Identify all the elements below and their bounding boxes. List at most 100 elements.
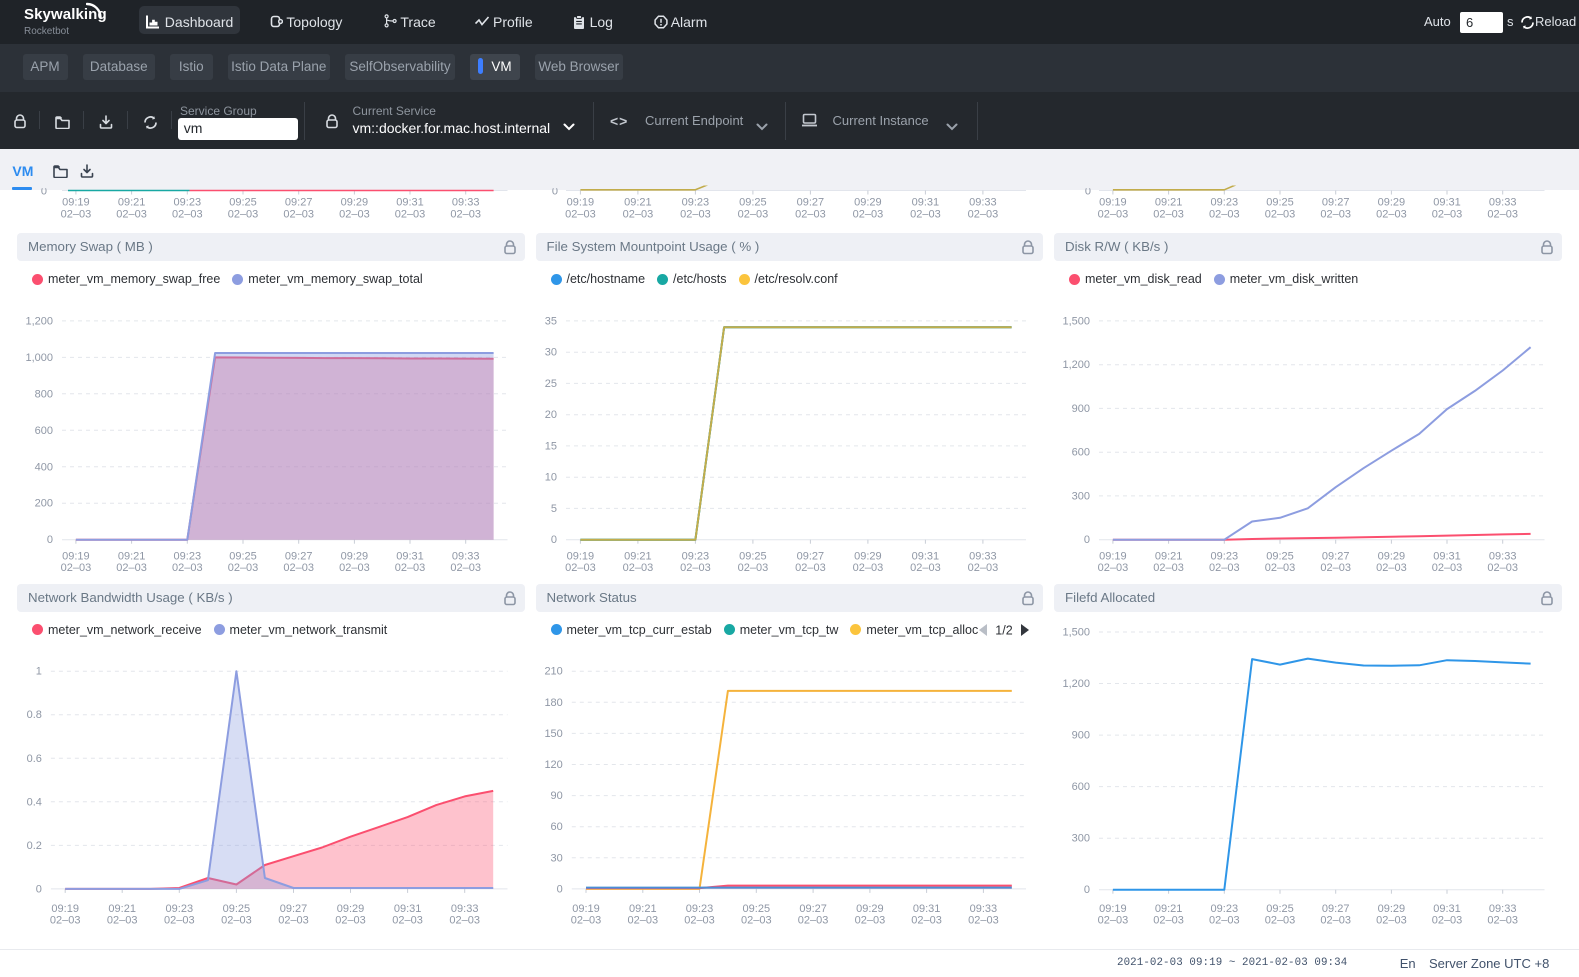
svg-text:09:21: 09:21 — [118, 551, 146, 563]
svg-text:09:29: 09:29 — [341, 551, 369, 563]
svg-text:09:33: 09:33 — [1489, 903, 1517, 915]
svg-text:09:29: 09:29 — [341, 197, 369, 209]
svg-text:09:25: 09:25 — [1266, 551, 1294, 563]
svg-text:02–03: 02–03 — [795, 562, 826, 574]
svg-text:09:33: 09:33 — [452, 197, 480, 209]
svg-text:0: 0 — [557, 883, 563, 895]
svg-text:09:31: 09:31 — [396, 551, 424, 563]
svg-text:900: 900 — [1072, 730, 1090, 742]
svg-text:09:33: 09:33 — [1489, 551, 1517, 563]
svg-text:09:31: 09:31 — [1433, 197, 1461, 209]
svg-text:02–03: 02–03 — [968, 915, 999, 927]
svg-text:02–03: 02–03 — [684, 915, 715, 927]
svg-text:09:31: 09:31 — [394, 903, 422, 915]
svg-text:800: 800 — [35, 388, 53, 400]
svg-text:30: 30 — [551, 852, 563, 864]
svg-text:02–03: 02–03 — [1432, 915, 1463, 927]
svg-text:09:23: 09:23 — [682, 551, 710, 563]
svg-text:02–03: 02–03 — [1265, 915, 1296, 927]
svg-text:90: 90 — [551, 790, 563, 802]
svg-text:09:33: 09:33 — [452, 551, 480, 563]
svg-text:09:31: 09:31 — [912, 197, 940, 209]
svg-text:02–03: 02–03 — [1209, 208, 1240, 220]
svg-text:1,500: 1,500 — [1062, 627, 1090, 639]
svg-text:09:31: 09:31 — [912, 551, 940, 563]
svg-text:25: 25 — [545, 378, 557, 390]
svg-text:02–03: 02–03 — [228, 208, 259, 220]
svg-text:02–03: 02–03 — [50, 915, 81, 927]
svg-text:09:29: 09:29 — [337, 903, 365, 915]
svg-text:02–03: 02–03 — [565, 562, 596, 574]
svg-text:600: 600 — [1072, 781, 1090, 793]
svg-text:09:27: 09:27 — [285, 551, 313, 563]
svg-text:02–03: 02–03 — [61, 208, 92, 220]
svg-text:02–03: 02–03 — [1432, 562, 1463, 574]
svg-text:02–03: 02–03 — [738, 562, 769, 574]
svg-text:1,200: 1,200 — [25, 315, 53, 327]
svg-text:02–03: 02–03 — [1265, 208, 1296, 220]
svg-text:09:27: 09:27 — [1322, 551, 1350, 563]
svg-text:09:23: 09:23 — [682, 197, 710, 209]
svg-text:02–03: 02–03 — [1320, 208, 1351, 220]
svg-text:09:19: 09:19 — [1099, 903, 1127, 915]
svg-text:02–03: 02–03 — [680, 562, 711, 574]
svg-text:09:19: 09:19 — [62, 197, 90, 209]
svg-text:10: 10 — [545, 472, 557, 484]
svg-text:02–03: 02–03 — [738, 208, 769, 220]
svg-text:0: 0 — [551, 534, 557, 546]
svg-text:02–03: 02–03 — [107, 915, 138, 927]
svg-text:02–03: 02–03 — [853, 208, 884, 220]
svg-text:02–03: 02–03 — [395, 208, 426, 220]
svg-text:09:25: 09:25 — [1266, 197, 1294, 209]
svg-text:600: 600 — [1072, 447, 1090, 459]
svg-text:02–03: 02–03 — [795, 208, 826, 220]
svg-text:09:19: 09:19 — [567, 197, 595, 209]
svg-text:02–03: 02–03 — [1153, 208, 1184, 220]
svg-text:02–03: 02–03 — [392, 915, 423, 927]
svg-text:900: 900 — [1072, 403, 1090, 415]
svg-text:09:27: 09:27 — [280, 903, 308, 915]
svg-text:02–03: 02–03 — [911, 915, 942, 927]
svg-text:09:19: 09:19 — [62, 551, 90, 563]
svg-text:02–03: 02–03 — [450, 562, 481, 574]
svg-text:02–03: 02–03 — [741, 915, 772, 927]
svg-text:300: 300 — [1072, 490, 1090, 502]
svg-text:09:21: 09:21 — [1155, 197, 1183, 209]
svg-text:09:31: 09:31 — [1433, 551, 1461, 563]
svg-text:400: 400 — [35, 461, 53, 473]
svg-text:09:21: 09:21 — [1155, 551, 1183, 563]
svg-text:09:31: 09:31 — [1433, 903, 1461, 915]
svg-text:02–03: 02–03 — [968, 562, 999, 574]
svg-text:210: 210 — [544, 666, 562, 678]
svg-text:09:21: 09:21 — [108, 903, 136, 915]
svg-text:09:27: 09:27 — [285, 197, 313, 209]
svg-text:09:19: 09:19 — [572, 903, 600, 915]
svg-text:09:33: 09:33 — [1489, 197, 1517, 209]
svg-text:02–03: 02–03 — [1265, 562, 1296, 574]
svg-text:15: 15 — [545, 440, 557, 452]
svg-text:02–03: 02–03 — [335, 915, 366, 927]
svg-text:20: 20 — [545, 409, 557, 421]
svg-text:0: 0 — [36, 883, 42, 895]
svg-text:0.6: 0.6 — [27, 753, 42, 765]
svg-text:02–03: 02–03 — [1153, 562, 1184, 574]
svg-text:02–03: 02–03 — [968, 208, 999, 220]
svg-text:09:33: 09:33 — [969, 551, 997, 563]
svg-text:09:29: 09:29 — [1378, 197, 1406, 209]
svg-text:150: 150 — [544, 728, 562, 740]
svg-text:1/2: 1/2 — [995, 624, 1012, 638]
svg-text:09:31: 09:31 — [396, 197, 424, 209]
svg-text:0.2: 0.2 — [27, 840, 42, 852]
svg-text:02–03: 02–03 — [116, 208, 147, 220]
svg-text:02–03: 02–03 — [339, 562, 370, 574]
svg-text:02–03: 02–03 — [1487, 562, 1518, 574]
svg-text:09:21: 09:21 — [118, 197, 146, 209]
svg-text:02–03: 02–03 — [449, 915, 480, 927]
svg-text:02–03: 02–03 — [1098, 915, 1129, 927]
svg-text:02–03: 02–03 — [221, 915, 252, 927]
svg-text:09:33: 09:33 — [969, 197, 997, 209]
svg-text:200: 200 — [35, 498, 53, 510]
svg-text:02–03: 02–03 — [228, 562, 259, 574]
svg-text:09:23: 09:23 — [166, 903, 194, 915]
svg-text:02–03: 02–03 — [680, 208, 711, 220]
